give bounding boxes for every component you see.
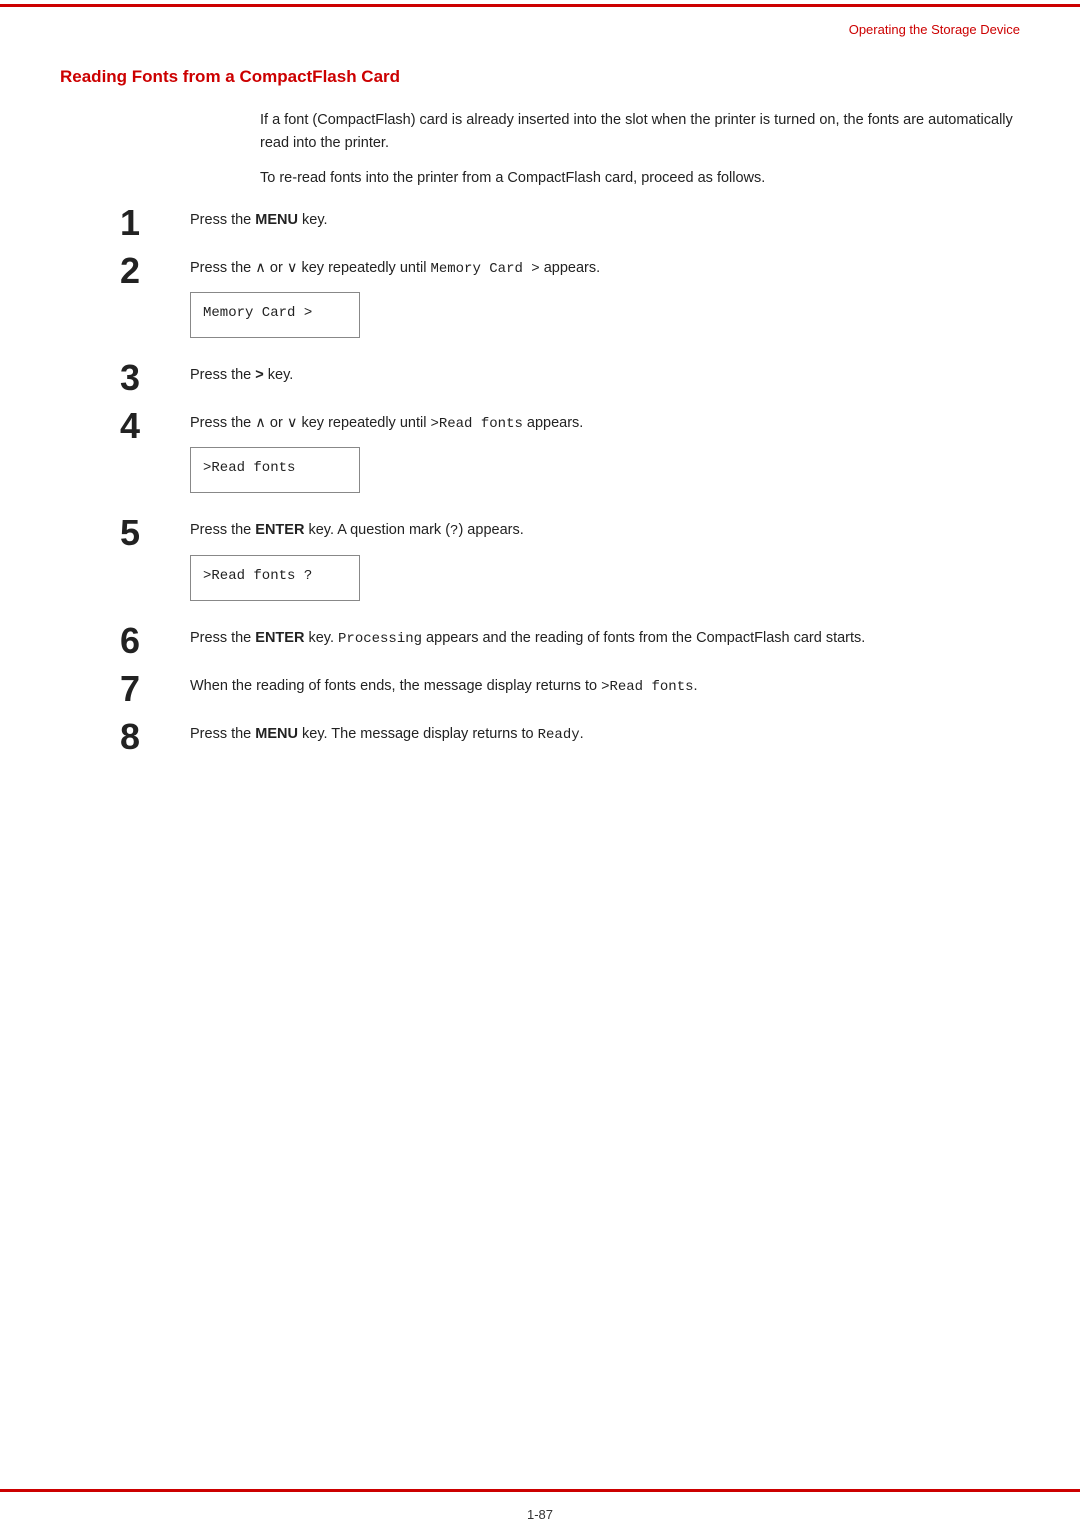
step2-code-text: Memory Card > bbox=[203, 305, 312, 321]
step8-bold-menu: MENU bbox=[255, 726, 298, 742]
page-content: Reading Fonts from a CompactFlash Card I… bbox=[0, 37, 1080, 831]
step5-code-text: >Read fonts ? bbox=[203, 568, 312, 584]
step4-code-text: >Read fonts bbox=[203, 460, 295, 476]
step3-bold-gt: > bbox=[255, 367, 263, 383]
step1-bold-menu: MENU bbox=[255, 212, 298, 228]
step2-mono-memorycard: Memory Card > bbox=[430, 261, 539, 277]
page-header: Operating the Storage Device bbox=[0, 4, 1080, 37]
step-content-7: When the reading of fonts ends, the mess… bbox=[180, 675, 1020, 704]
step6-bold-enter: ENTER bbox=[255, 630, 304, 646]
step-text-8: Press the MENU key. The message display … bbox=[190, 723, 1020, 746]
step-row-2: 2 Press the ∧ or ∨ key repeatedly until … bbox=[120, 257, 1020, 348]
step-content-1: Press the MENU key. bbox=[180, 209, 1020, 238]
step5-bold-enter: ENTER bbox=[255, 522, 304, 538]
step-number-4: 4 bbox=[120, 408, 180, 444]
step4-mono-readfonts: >Read fonts bbox=[430, 416, 522, 432]
step-number-8: 8 bbox=[120, 719, 180, 755]
step-content-2: Press the ∧ or ∨ key repeatedly until Me… bbox=[180, 257, 1020, 348]
page-footer: 1-87 bbox=[0, 1507, 1080, 1522]
step-content-3: Press the > key. bbox=[180, 364, 1020, 393]
step-row-4: 4 Press the ∧ or ∨ key repeatedly until … bbox=[120, 412, 1020, 503]
step-content-8: Press the MENU key. The message display … bbox=[180, 723, 1020, 752]
step-text-5: Press the ENTER key. A question mark (?)… bbox=[190, 519, 1020, 542]
top-rule bbox=[0, 4, 1080, 7]
step6-mono-processing: Processing bbox=[338, 631, 422, 647]
step-row-5: 5 Press the ENTER key. A question mark (… bbox=[120, 519, 1020, 610]
step-content-5: Press the ENTER key. A question mark (?)… bbox=[180, 519, 1020, 610]
step-text-3: Press the > key. bbox=[190, 364, 1020, 387]
step-number-2: 2 bbox=[120, 253, 180, 289]
step4-code-box: >Read fonts bbox=[190, 447, 360, 493]
intro-block: If a font (CompactFlash) card is already… bbox=[260, 109, 1020, 191]
step-content-6: Press the ENTER key. Processing appears … bbox=[180, 627, 1020, 656]
steps-container: 1 Press the MENU key. 2 Press the ∧ or ∨… bbox=[120, 209, 1020, 755]
step5-code-box: >Read fonts ? bbox=[190, 555, 360, 601]
step-text-6: Press the ENTER key. Processing appears … bbox=[190, 627, 1020, 650]
step8-mono-ready: Ready bbox=[538, 727, 580, 743]
step-text-7: When the reading of fonts ends, the mess… bbox=[190, 675, 1020, 698]
page-number: 1-87 bbox=[527, 1507, 553, 1522]
bottom-rule bbox=[0, 1489, 1080, 1492]
step-row-7: 7 When the reading of fonts ends, the me… bbox=[120, 675, 1020, 707]
section-title: Reading Fonts from a CompactFlash Card bbox=[60, 67, 1020, 87]
step-text-2: Press the ∧ or ∨ key repeatedly until Me… bbox=[190, 257, 1020, 280]
step-row-1: 1 Press the MENU key. bbox=[120, 209, 1020, 241]
step-number-1: 1 bbox=[120, 205, 180, 241]
intro-para2: To re-read fonts into the printer from a… bbox=[260, 167, 1020, 190]
step2-code-box: Memory Card > bbox=[190, 292, 360, 338]
step-content-4: Press the ∧ or ∨ key repeatedly until >R… bbox=[180, 412, 1020, 503]
step-number-7: 7 bbox=[120, 671, 180, 707]
intro-para1: If a font (CompactFlash) card is already… bbox=[260, 109, 1020, 155]
step-number-3: 3 bbox=[120, 360, 180, 396]
step-number-5: 5 bbox=[120, 515, 180, 551]
step-row-6: 6 Press the ENTER key. Processing appear… bbox=[120, 627, 1020, 659]
step5-mono-question: ? bbox=[450, 523, 458, 539]
step-row-3: 3 Press the > key. bbox=[120, 364, 1020, 396]
step7-mono-readfonts: >Read fonts bbox=[601, 679, 693, 695]
step-number-6: 6 bbox=[120, 623, 180, 659]
step-row-8: 8 Press the MENU key. The message displa… bbox=[120, 723, 1020, 755]
step-text-1: Press the MENU key. bbox=[190, 209, 1020, 232]
header-section-label: Operating the Storage Device bbox=[849, 22, 1020, 37]
step-text-4: Press the ∧ or ∨ key repeatedly until >R… bbox=[190, 412, 1020, 435]
